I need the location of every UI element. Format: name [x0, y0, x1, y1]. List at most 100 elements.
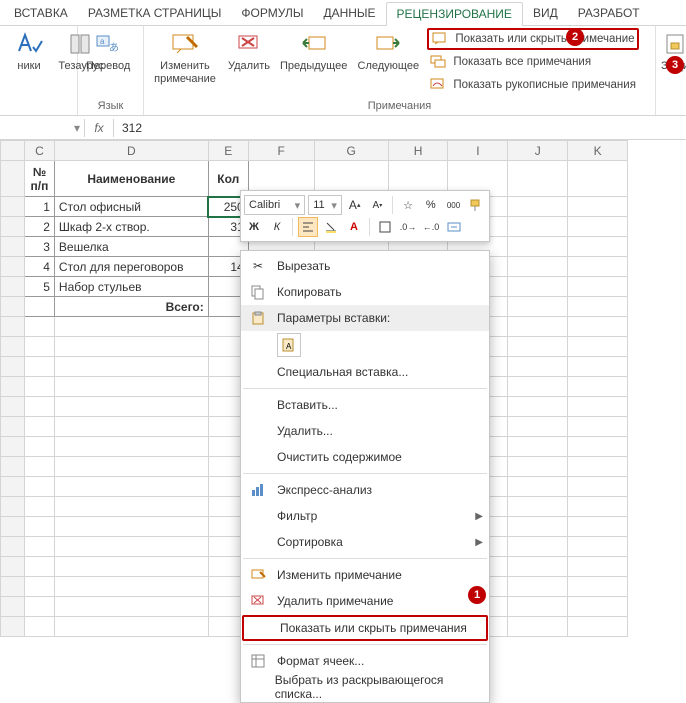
row-header[interactable] — [1, 217, 25, 237]
col-header[interactable]: G — [314, 141, 388, 161]
ctx-filter[interactable]: Фильтр▶ — [241, 503, 489, 529]
translate-button[interactable]: aあ Перевод — [84, 28, 132, 75]
ctx-cut[interactable]: ✂Вырезать — [241, 253, 489, 279]
name-box-drop-icon[interactable]: ▾ — [70, 121, 84, 135]
cell[interactable]: 1 — [24, 197, 54, 217]
row-header[interactable] — [1, 357, 25, 377]
ctx-pick-from-list[interactable]: Выбрать из раскрывающегося списка... — [241, 674, 489, 700]
font-select[interactable]: Calibri▾ — [244, 195, 305, 215]
row-header[interactable] — [1, 237, 25, 257]
cell[interactable] — [508, 197, 568, 217]
showall-comments-button[interactable]: Показать все примечания — [427, 51, 638, 73]
cell[interactable]: 4 — [24, 257, 54, 277]
shrink-font-icon[interactable]: A▾ — [368, 195, 388, 215]
select-all-corner[interactable] — [1, 141, 25, 161]
cell[interactable]: Стол для переговоров — [54, 257, 208, 277]
row-header[interactable] — [1, 397, 25, 417]
row-header[interactable] — [1, 617, 25, 637]
tab-data[interactable]: ДАННЫЕ — [313, 2, 385, 24]
row-header[interactable] — [1, 377, 25, 397]
ctx-format-cells[interactable]: Формат ячеек... — [241, 648, 489, 674]
row-header[interactable] — [1, 317, 25, 337]
increase-decimal-icon[interactable]: .0→ — [398, 217, 418, 237]
fill-color-icon[interactable] — [321, 217, 341, 237]
cell[interactable]: Набор стульев — [54, 277, 208, 297]
ctx-sort[interactable]: Сортировка▶ — [241, 529, 489, 555]
cell[interactable] — [568, 277, 628, 297]
cell[interactable]: Наименование — [54, 161, 208, 197]
cell[interactable]: Стол офисный — [54, 197, 208, 217]
col-header[interactable]: H — [388, 141, 448, 161]
col-header[interactable]: E — [208, 141, 248, 161]
showink-comments-button[interactable]: Показать рукописные примечания — [427, 74, 638, 96]
row-header[interactable] — [1, 457, 25, 477]
row-header[interactable] — [1, 577, 25, 597]
tab-view[interactable]: ВИД — [523, 2, 568, 24]
size-select[interactable]: 11▾ — [308, 195, 342, 215]
row-header[interactable] — [1, 517, 25, 537]
cell[interactable] — [508, 237, 568, 257]
tab-page-layout[interactable]: РАЗМЕТКА СТРАНИЦЫ — [78, 2, 232, 24]
italic-button[interactable]: К — [267, 217, 287, 237]
row-header[interactable] — [1, 537, 25, 557]
next-comment-button[interactable]: Следующее — [355, 28, 421, 75]
tab-formulas[interactable]: ФОРМУЛЫ — [231, 2, 313, 24]
col-header[interactable]: K — [568, 141, 628, 161]
prev-comment-button[interactable]: Предыдущее — [278, 28, 349, 75]
row-header[interactable] — [1, 497, 25, 517]
cell[interactable]: 3 — [24, 237, 54, 257]
ctx-showhide-comment[interactable]: Показать или скрыть примечания — [242, 615, 488, 641]
fx-label[interactable]: fx — [85, 121, 113, 135]
tab-review[interactable]: РЕЦЕНЗИРОВАНИЕ — [386, 2, 523, 26]
cell[interactable] — [568, 197, 628, 217]
row-header[interactable] — [1, 337, 25, 357]
row-header[interactable] — [1, 477, 25, 497]
ctx-delete[interactable]: Удалить... — [241, 418, 489, 444]
col-header[interactable]: J — [508, 141, 568, 161]
row-header[interactable] — [1, 437, 25, 457]
row-header[interactable] — [1, 557, 25, 577]
col-header[interactable]: I — [448, 141, 508, 161]
cell[interactable] — [568, 217, 628, 237]
ctx-paste-special[interactable]: Специальная вставка... — [241, 359, 489, 385]
formula-value[interactable]: 312 — [114, 121, 686, 135]
cell[interactable] — [508, 161, 568, 197]
cell[interactable] — [508, 297, 568, 317]
grow-font-icon[interactable]: A▴ — [345, 195, 365, 215]
cell[interactable] — [568, 257, 628, 277]
accounting-format-icon[interactable]: ☆ — [398, 195, 418, 215]
paste-option-default[interactable]: A — [277, 333, 301, 357]
row-header[interactable] — [1, 417, 25, 437]
borders-icon[interactable] — [375, 217, 395, 237]
row-header[interactable] — [1, 197, 25, 217]
tab-insert[interactable]: ВСТАВКА — [4, 2, 78, 24]
row-header[interactable] — [1, 277, 25, 297]
font-color-icon[interactable]: A — [344, 217, 364, 237]
comma-format-icon[interactable]: 000 — [444, 195, 464, 215]
ctx-copy[interactable]: Копировать — [241, 279, 489, 305]
showhide-comment-button[interactable]: Показать или скрыть примечание — [427, 28, 638, 50]
cell[interactable]: Шкаф 2-х створ. — [54, 217, 208, 237]
cell[interactable] — [568, 161, 628, 197]
cell-total-label[interactable]: Всего: — [54, 297, 208, 317]
ctx-edit-comment[interactable]: Изменить примечание — [241, 562, 489, 588]
col-header[interactable]: C — [24, 141, 54, 161]
cell[interactable] — [24, 297, 54, 317]
cell[interactable]: 5 — [24, 277, 54, 297]
col-header[interactable]: D — [54, 141, 208, 161]
col-header[interactable]: F — [248, 141, 314, 161]
cell[interactable]: Вешелка — [54, 237, 208, 257]
decrease-decimal-icon[interactable]: ←.0 — [421, 217, 441, 237]
cell[interactable] — [508, 217, 568, 237]
row-header[interactable] — [1, 257, 25, 277]
row-header[interactable] — [1, 297, 25, 317]
cell[interactable]: 2 — [24, 217, 54, 237]
edit-comment-button[interactable]: Изменить примечание — [150, 28, 220, 87]
cell[interactable] — [568, 297, 628, 317]
merge-icon[interactable] — [444, 217, 464, 237]
ctx-insert[interactable]: Вставить... — [241, 392, 489, 418]
spellcheck-button[interactable]: ники — [6, 28, 52, 75]
cell[interactable] — [508, 257, 568, 277]
bold-button[interactable]: Ж — [244, 217, 264, 237]
delete-comment-button[interactable]: Удалить — [226, 28, 272, 75]
